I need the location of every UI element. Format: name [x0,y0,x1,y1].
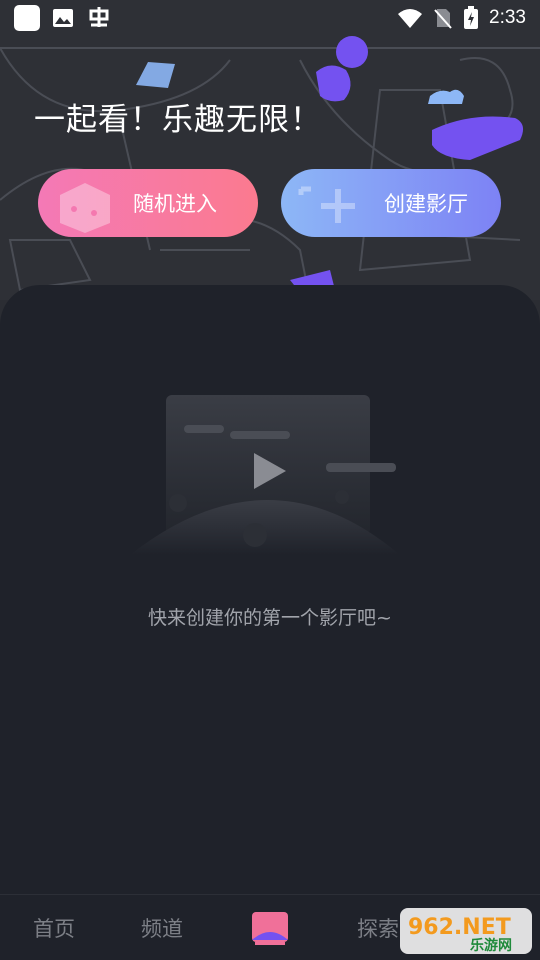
empty-state-message: 快来创建你的第一个影厅吧~ [148,607,392,629]
hero-illustration [0,36,540,300]
nav-item-channels[interactable]: 频道 [108,913,216,943]
random-enter-button[interactable]: 随机进入 [38,169,258,237]
status-time: 2:33 [489,7,526,28]
hero-title: 一起看！乐趣无限！ [34,102,322,138]
status-bar: 2:33 [0,0,540,36]
hero-banner: 一起看！乐趣无限！ 随机进入 创建影厅 [0,0,540,300]
watermark-logo: 962.NET 乐游网 [400,908,532,954]
cinema-icon [252,911,288,945]
watermark-sub: 乐游网 [470,937,512,954]
no-sim-icon [434,9,452,29]
image-icon [53,9,73,27]
battery-charging-icon [464,6,479,29]
bug-icon [89,7,109,27]
random-enter-label: 随机进入 [133,192,217,216]
main-panel: 快来创建你的第一个影厅吧~ [0,285,540,895]
wifi-icon [398,9,423,28]
create-cinema-button[interactable]: 创建影厅 [281,169,501,237]
watermark-brand: 962.NET [408,915,511,940]
nav-item-cinema[interactable] [216,910,324,946]
nav-item-home[interactable]: 首页 [0,913,108,943]
create-cinema-label: 创建影厅 [384,192,468,216]
app-square-icon [14,5,40,31]
empty-cinema-illustration [130,395,400,555]
